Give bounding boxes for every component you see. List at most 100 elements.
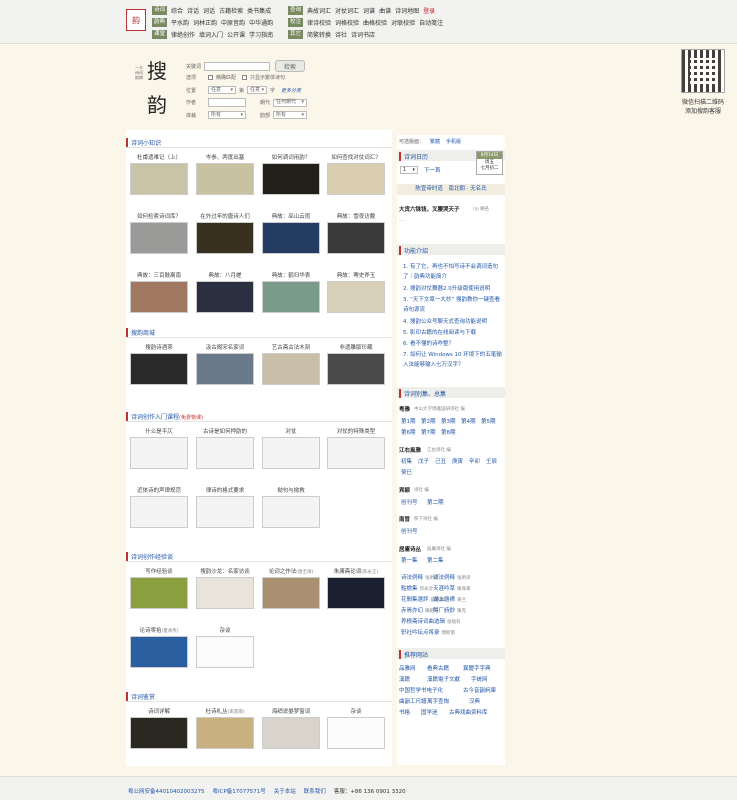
card-caption[interactable]: 杂谈 (193, 626, 257, 634)
card-thumbnail[interactable] (130, 353, 188, 385)
journal-issue-link[interactable]: 第2期 (421, 417, 436, 425)
nav-item-row1[interactable]: 词话 (203, 6, 215, 15)
recommended-site-link[interactable]: 书格 (399, 708, 410, 716)
nav-item-row2[interactable]: 中原音韵 (221, 18, 245, 27)
exact-match-checkbox[interactable] (208, 75, 214, 80)
recommended-site-link[interactable]: 汉典 (469, 697, 480, 705)
card-thumbnail[interactable] (327, 163, 385, 195)
footer-beian-link[interactable]: 粤公网安备44010402003275 (128, 787, 205, 795)
journal-issue-link[interactable]: 创刊号 (401, 527, 418, 535)
card-caption[interactable]: 艺古斋古法木刻 (259, 343, 323, 351)
card-thumbnail[interactable] (262, 163, 320, 195)
login-link[interactable]: 登录 (423, 6, 435, 15)
card-caption[interactable]: 古诗是如何押韵的 (193, 427, 257, 435)
nav-item-row2b[interactable]: 词格校验 (335, 18, 359, 27)
journal-issue-link[interactable]: 第二集 (427, 556, 444, 564)
card-caption[interactable]: 典故：骞史斧玉 (324, 271, 388, 279)
card-thumbnail[interactable] (262, 222, 320, 254)
nav-item-row1b[interactable]: 典故词汇 (307, 6, 331, 15)
journal-issue-link[interactable]: 第6期 (401, 428, 416, 436)
collection-link[interactable]: 词法例释 张舸译 (433, 573, 471, 581)
card-thumbnail[interactable] (130, 222, 188, 254)
card-caption[interactable]: 典故：八月槎 (193, 271, 257, 279)
card-caption[interactable]: 非遗雕版珍藏 (324, 343, 388, 351)
author-input[interactable] (208, 98, 247, 107)
nav-item-row3[interactable]: 律绝创作 (171, 30, 195, 39)
calendar-next-link[interactable]: 下一首 (424, 166, 441, 174)
nav-item-row1[interactable]: 古籍检索 (219, 6, 243, 15)
card-thumbnail[interactable] (327, 281, 385, 313)
card-caption[interactable]: 杜诗札丛(束景南) (193, 707, 257, 715)
search-button[interactable]: 检索 (275, 60, 306, 72)
card-caption[interactable]: 汲古阁宋名家词 (193, 343, 257, 351)
recommended-site-link[interactable]: 萬字查詢 (427, 697, 449, 705)
card-caption[interactable]: 典故：鹤归华表 (259, 271, 323, 279)
journal-issue-link[interactable]: 辛卯 (469, 457, 480, 465)
position-select-2[interactable]: 任意 ▾ (247, 86, 268, 94)
feature-item[interactable]: 4. 搜韵公众号聊天式查询功能说明 (403, 317, 503, 327)
nav-item-row3[interactable]: 填词入门 (199, 30, 223, 39)
card-thumbnail[interactable] (327, 577, 385, 609)
collection-link[interactable]: 养根斋诗词曲选辑 张福有 (401, 617, 461, 625)
card-thumbnail[interactable] (262, 353, 320, 385)
calendar-select[interactable]: 1 ▾ (400, 166, 418, 174)
nav-item-row2[interactable]: 词林正韵 (193, 18, 217, 27)
card-thumbnail[interactable] (327, 222, 385, 254)
card-thumbnail[interactable] (196, 636, 254, 668)
nav-item-row2b[interactable]: 自动笺注 (419, 18, 443, 27)
nav-item-row1[interactable]: 类书集成 (247, 6, 271, 15)
card-caption[interactable]: 什么是平仄 (127, 427, 191, 435)
recommended-site-link[interactable]: 異體字字典 (463, 664, 491, 672)
journal-issue-link[interactable]: 己丑 (435, 457, 446, 465)
rhyme-select[interactable]: 所有 ▾ (273, 111, 308, 119)
journal-issue-link[interactable]: 第4期 (461, 417, 476, 425)
nav-item-row3[interactable]: 学习指南 (249, 30, 273, 39)
recommended-site-link[interactable]: 古典戏曲资料库 (449, 708, 488, 716)
nav-item-row2b[interactable]: 曲格校验 (363, 18, 387, 27)
recommended-site-link[interactable]: 曲韻工尺譜 (399, 697, 427, 705)
nav-item-row3b[interactable]: 诗词书店 (351, 30, 375, 39)
card-thumbnail[interactable] (196, 163, 254, 195)
journal-issue-link[interactable]: 第5期 (481, 417, 496, 425)
daily-verse[interactable]: 大货六铢钱，叉腰哭天子 (399, 205, 460, 213)
collection-link[interactable]: 轵社吟坛点将录 傅斯南 (401, 628, 455, 636)
card-thumbnail[interactable] (130, 496, 188, 528)
recommended-site-link[interactable]: 漢籍 (399, 675, 410, 683)
nav-tag-row2b[interactable]: 校注 (288, 17, 304, 27)
recommended-site-link[interactable]: 国学迷 (421, 708, 438, 716)
collection-link[interactable]: 湖上題襟 黄兰 (433, 595, 466, 603)
card-thumbnail[interactable] (196, 353, 254, 385)
collection-link[interactable]: 天涯吟草 陳偉東 (433, 584, 471, 592)
nav-item-row1b[interactable]: 曲谱 (379, 6, 391, 15)
journal-issue-link[interactable]: 庚寅 (452, 457, 463, 465)
card-caption[interactable]: 近体诗的声律规范 (127, 486, 191, 494)
recommended-site-link[interactable]: 字统网 (471, 675, 488, 683)
nav-tag-row1[interactable]: 诗词 (152, 5, 168, 15)
section-title-shop[interactable]: 搜韵商城 (126, 328, 155, 337)
journal-issue-link[interactable]: 第7期 (421, 428, 436, 436)
keyword-input[interactable] (204, 61, 271, 71)
card-thumbnail[interactable] (196, 717, 254, 749)
journal-issue-link[interactable]: 癸巳 (401, 468, 412, 476)
nav-item-row2[interactable]: 平水韵 (171, 18, 189, 27)
feature-item[interactable]: 7. 如何让 Windows 10 环境下的五笔输入法能够输入七万汉字？ (403, 350, 503, 370)
footer-about-link[interactable]: 关于本站 (274, 787, 296, 795)
card-thumbnail[interactable] (196, 496, 254, 528)
card-caption[interactable]: 对仗的特殊类型 (324, 427, 388, 435)
card-thumbnail[interactable] (262, 717, 320, 749)
card-caption[interactable]: 杜甫遗难记（上） (127, 153, 191, 161)
nav-item-row2b[interactable]: 律诗校验 (307, 18, 331, 27)
site-logo[interactable]: 韵 (126, 9, 146, 31)
section-title-knowledge[interactable]: 诗词小知识 (126, 138, 161, 147)
card-thumbnail[interactable] (130, 636, 188, 668)
journal-issue-link[interactable]: 壬辰 (486, 457, 497, 465)
card-thumbnail[interactable] (130, 577, 188, 609)
card-caption[interactable]: 在外过年的唐诗人们 (193, 212, 257, 220)
nav-item-row3[interactable]: 公开课 (227, 30, 245, 39)
card-caption[interactable]: 典故：三百鼓离南 (127, 271, 191, 279)
card-caption[interactable]: 杂谈 (324, 707, 388, 715)
card-caption[interactable]: 搜韵诗酒茶 (127, 343, 191, 351)
card-thumbnail[interactable] (130, 437, 188, 469)
card-caption[interactable]: 海绡说晏梦窗词 (259, 707, 323, 715)
recommended-site-link[interactable]: 品雅网 (399, 664, 416, 672)
